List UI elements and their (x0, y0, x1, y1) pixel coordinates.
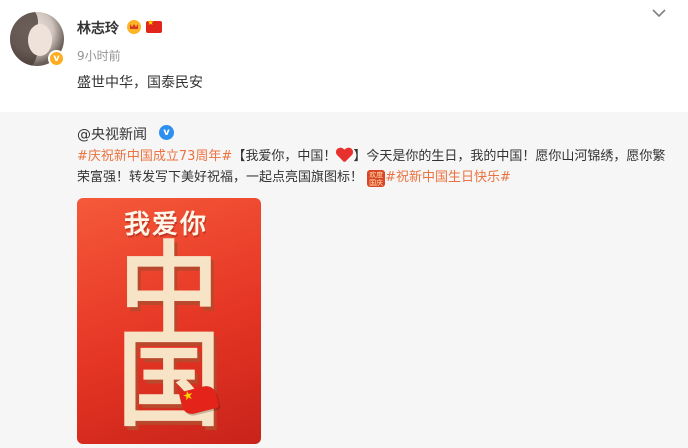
timestamp[interactable]: 9小时前 (77, 47, 121, 64)
china-flag-icon (146, 18, 162, 33)
national-day-icon: 欢度国庆 (367, 170, 386, 187)
poster-image[interactable]: 我爱你 中 国 (77, 198, 261, 444)
verified-icon: v (48, 50, 65, 67)
original-post: v 林志玲 9小时前 盛世中华，国泰民安 (0, 0, 688, 112)
heart-icon (336, 148, 353, 163)
repost-text-part: 【我爱你，中国！ (232, 149, 337, 164)
repost-text: #庆祝新中国成立73周年#【我爱你，中国！ 】今天是你的生日，我的中国！愿你山河锦… (77, 146, 677, 188)
reposted-content: @央视新闻 v #庆祝新中国成立73周年#【我爱你，中国！ 】今天是你的生日，我的… (0, 112, 688, 448)
repost-author[interactable]: @央视新闻 (77, 124, 147, 144)
avatar-face (28, 24, 52, 56)
poster-character: 国 (116, 319, 221, 441)
crown-icon[interactable] (127, 20, 141, 34)
chevron-down-icon[interactable] (651, 7, 667, 19)
post-text: 盛世中华，国泰民安 (77, 75, 203, 91)
username[interactable]: 林志玲 (77, 18, 119, 38)
blue-verified-icon: v (159, 125, 174, 140)
hashtag-link[interactable]: #祝新中国生日快乐# (385, 170, 511, 185)
hashtag-link[interactable]: #庆祝新中国成立73周年# (77, 149, 232, 164)
